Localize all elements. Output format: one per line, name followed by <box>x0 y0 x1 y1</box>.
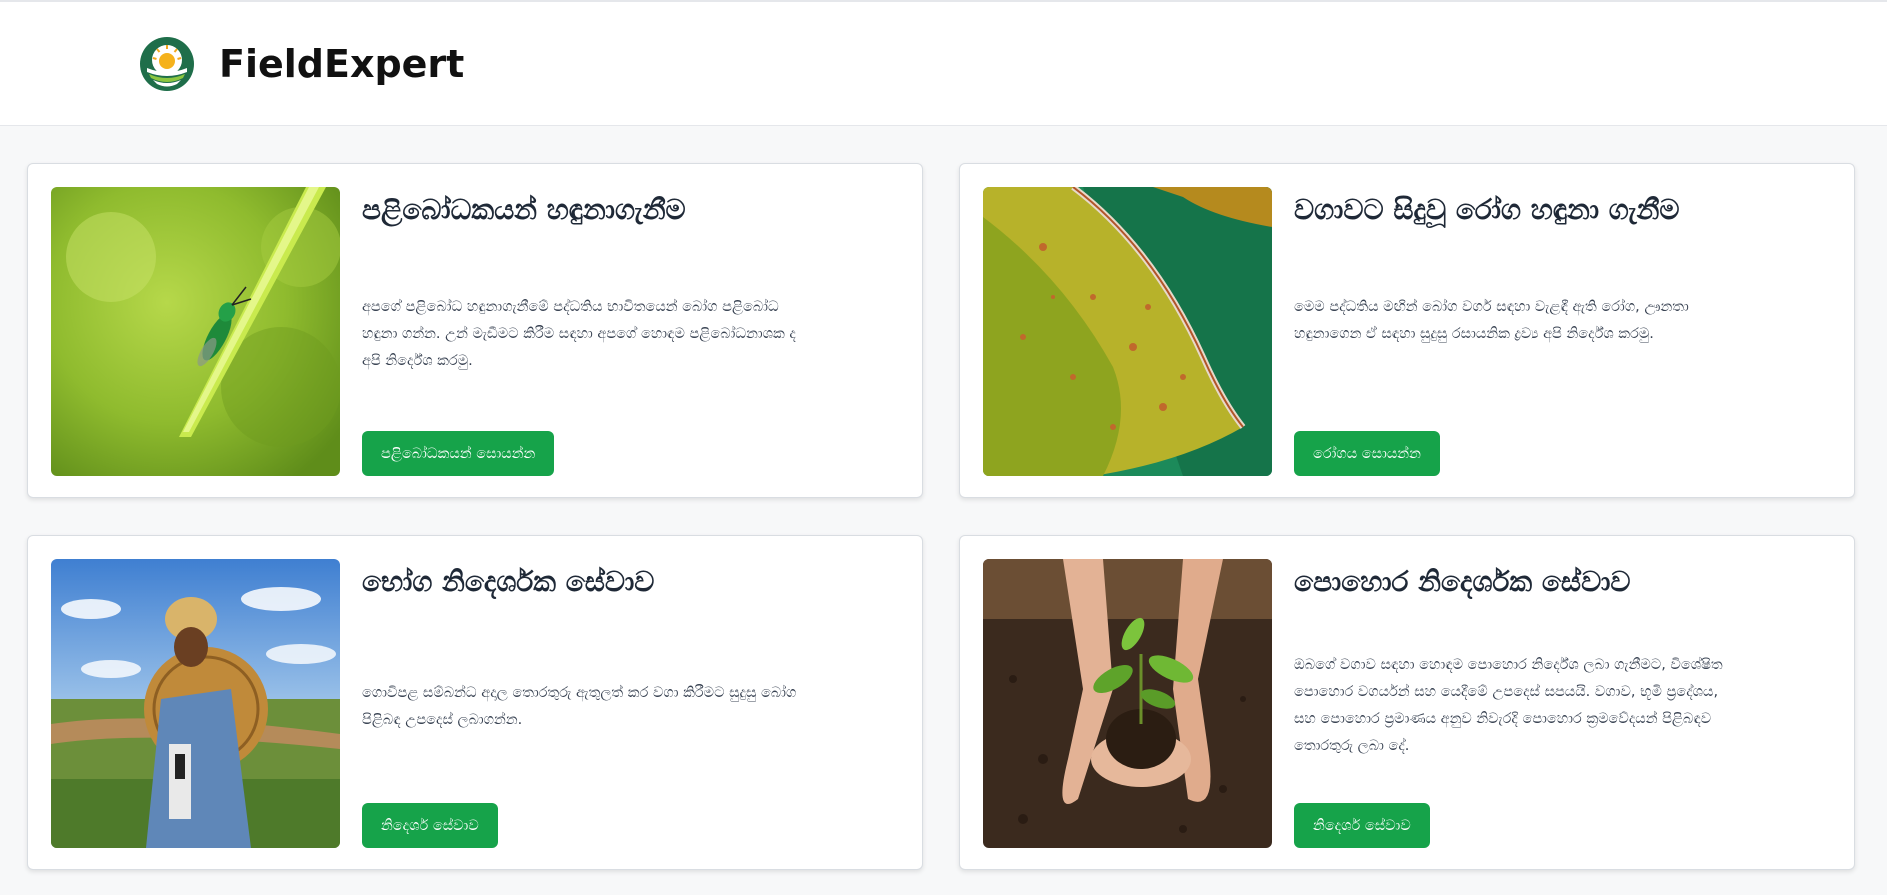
card-content: පළිබෝධකයන් හඳුනාගැනීම අපගේ පළිබෝධ හඳුනාග… <box>362 187 899 476</box>
farmer-image <box>51 559 340 848</box>
card-title: පළිබෝධකයන් හඳුනාගැනීම <box>362 193 686 226</box>
services-grid: පළිබෝධකයන් හඳුනාගැනීම අපගේ පළිබෝධ හඳුනාග… <box>27 163 1855 870</box>
card-title: පොහොර නිදෙර්ශක සේවාව <box>1294 565 1631 598</box>
find-disease-button[interactable]: රෝගය සොයන්න <box>1294 431 1440 476</box>
site-header: FieldExpert <box>0 2 1887 126</box>
find-pests-button[interactable]: පළිබෝධකයන් සොයන්න <box>362 431 555 476</box>
crop-advisory-button[interactable]: නිදෙර්ශ සේවාව <box>362 803 498 848</box>
card-content: වගාවට සිදුවූ රෝග හඳුනා ගැනීම මෙම පද්ධතිය… <box>1294 187 1831 476</box>
service-card-crop-advisory: භෝග නිදෙර්ශක සේවාව ගොවිපළ සම්බන්ධ අදාල ත… <box>27 535 923 870</box>
fertilizer-advisory-button[interactable]: නිදෙර්ශ සේවාව <box>1294 803 1430 848</box>
service-card-disease: වගාවට සිදුවූ රෝග හඳුනා ගැනීම මෙම පද්ධතිය… <box>959 163 1855 498</box>
seedling-in-hands-image <box>983 559 1272 848</box>
card-content: භෝග නිදෙර්ශක සේවාව ගොවිපළ සම්බන්ධ අදාල ත… <box>362 559 899 848</box>
card-description: මෙම පද්ධතිය මඟින් බෝග වගර් සඳහා වැළඳී ඇත… <box>1294 299 1689 342</box>
sun-over-field-logo-icon[interactable] <box>139 35 195 92</box>
card-description: ගොවිපළ සම්බන්ධ අදාල තොරතුරු ඇතුලත් කර වග… <box>362 685 797 728</box>
card-description: අපගේ පළිබෝධ හඳුනාගැනීමේ පද්ධතිය භාවිතයෙන… <box>362 299 796 369</box>
brand-name[interactable]: FieldExpert <box>219 42 464 86</box>
card-title: භෝග නිදෙර්ශක සේවාව <box>362 565 655 598</box>
insect-on-leaf-image <box>51 187 340 476</box>
card-description: ඔබගේ වගාව සඳහා හොඳම පොහොර නිර්දේශ ලබා ගැ… <box>1294 657 1723 754</box>
service-card-pest: පළිබෝධකයන් හඳුනාගැනීම අපගේ පළිබෝධ හඳුනාග… <box>27 163 923 498</box>
card-title: වගාවට සිදුවූ රෝග හඳුනා ගැනීම <box>1294 193 1680 226</box>
diseased-leaf-image <box>983 187 1272 476</box>
card-content: පොහොර නිදෙර්ශක සේවාව ඔබගේ වගාව සඳහා හොඳම… <box>1294 559 1831 848</box>
service-card-fertilizer: පොහොර නිදෙර්ශක සේවාව ඔබගේ වගාව සඳහා හොඳම… <box>959 535 1855 870</box>
